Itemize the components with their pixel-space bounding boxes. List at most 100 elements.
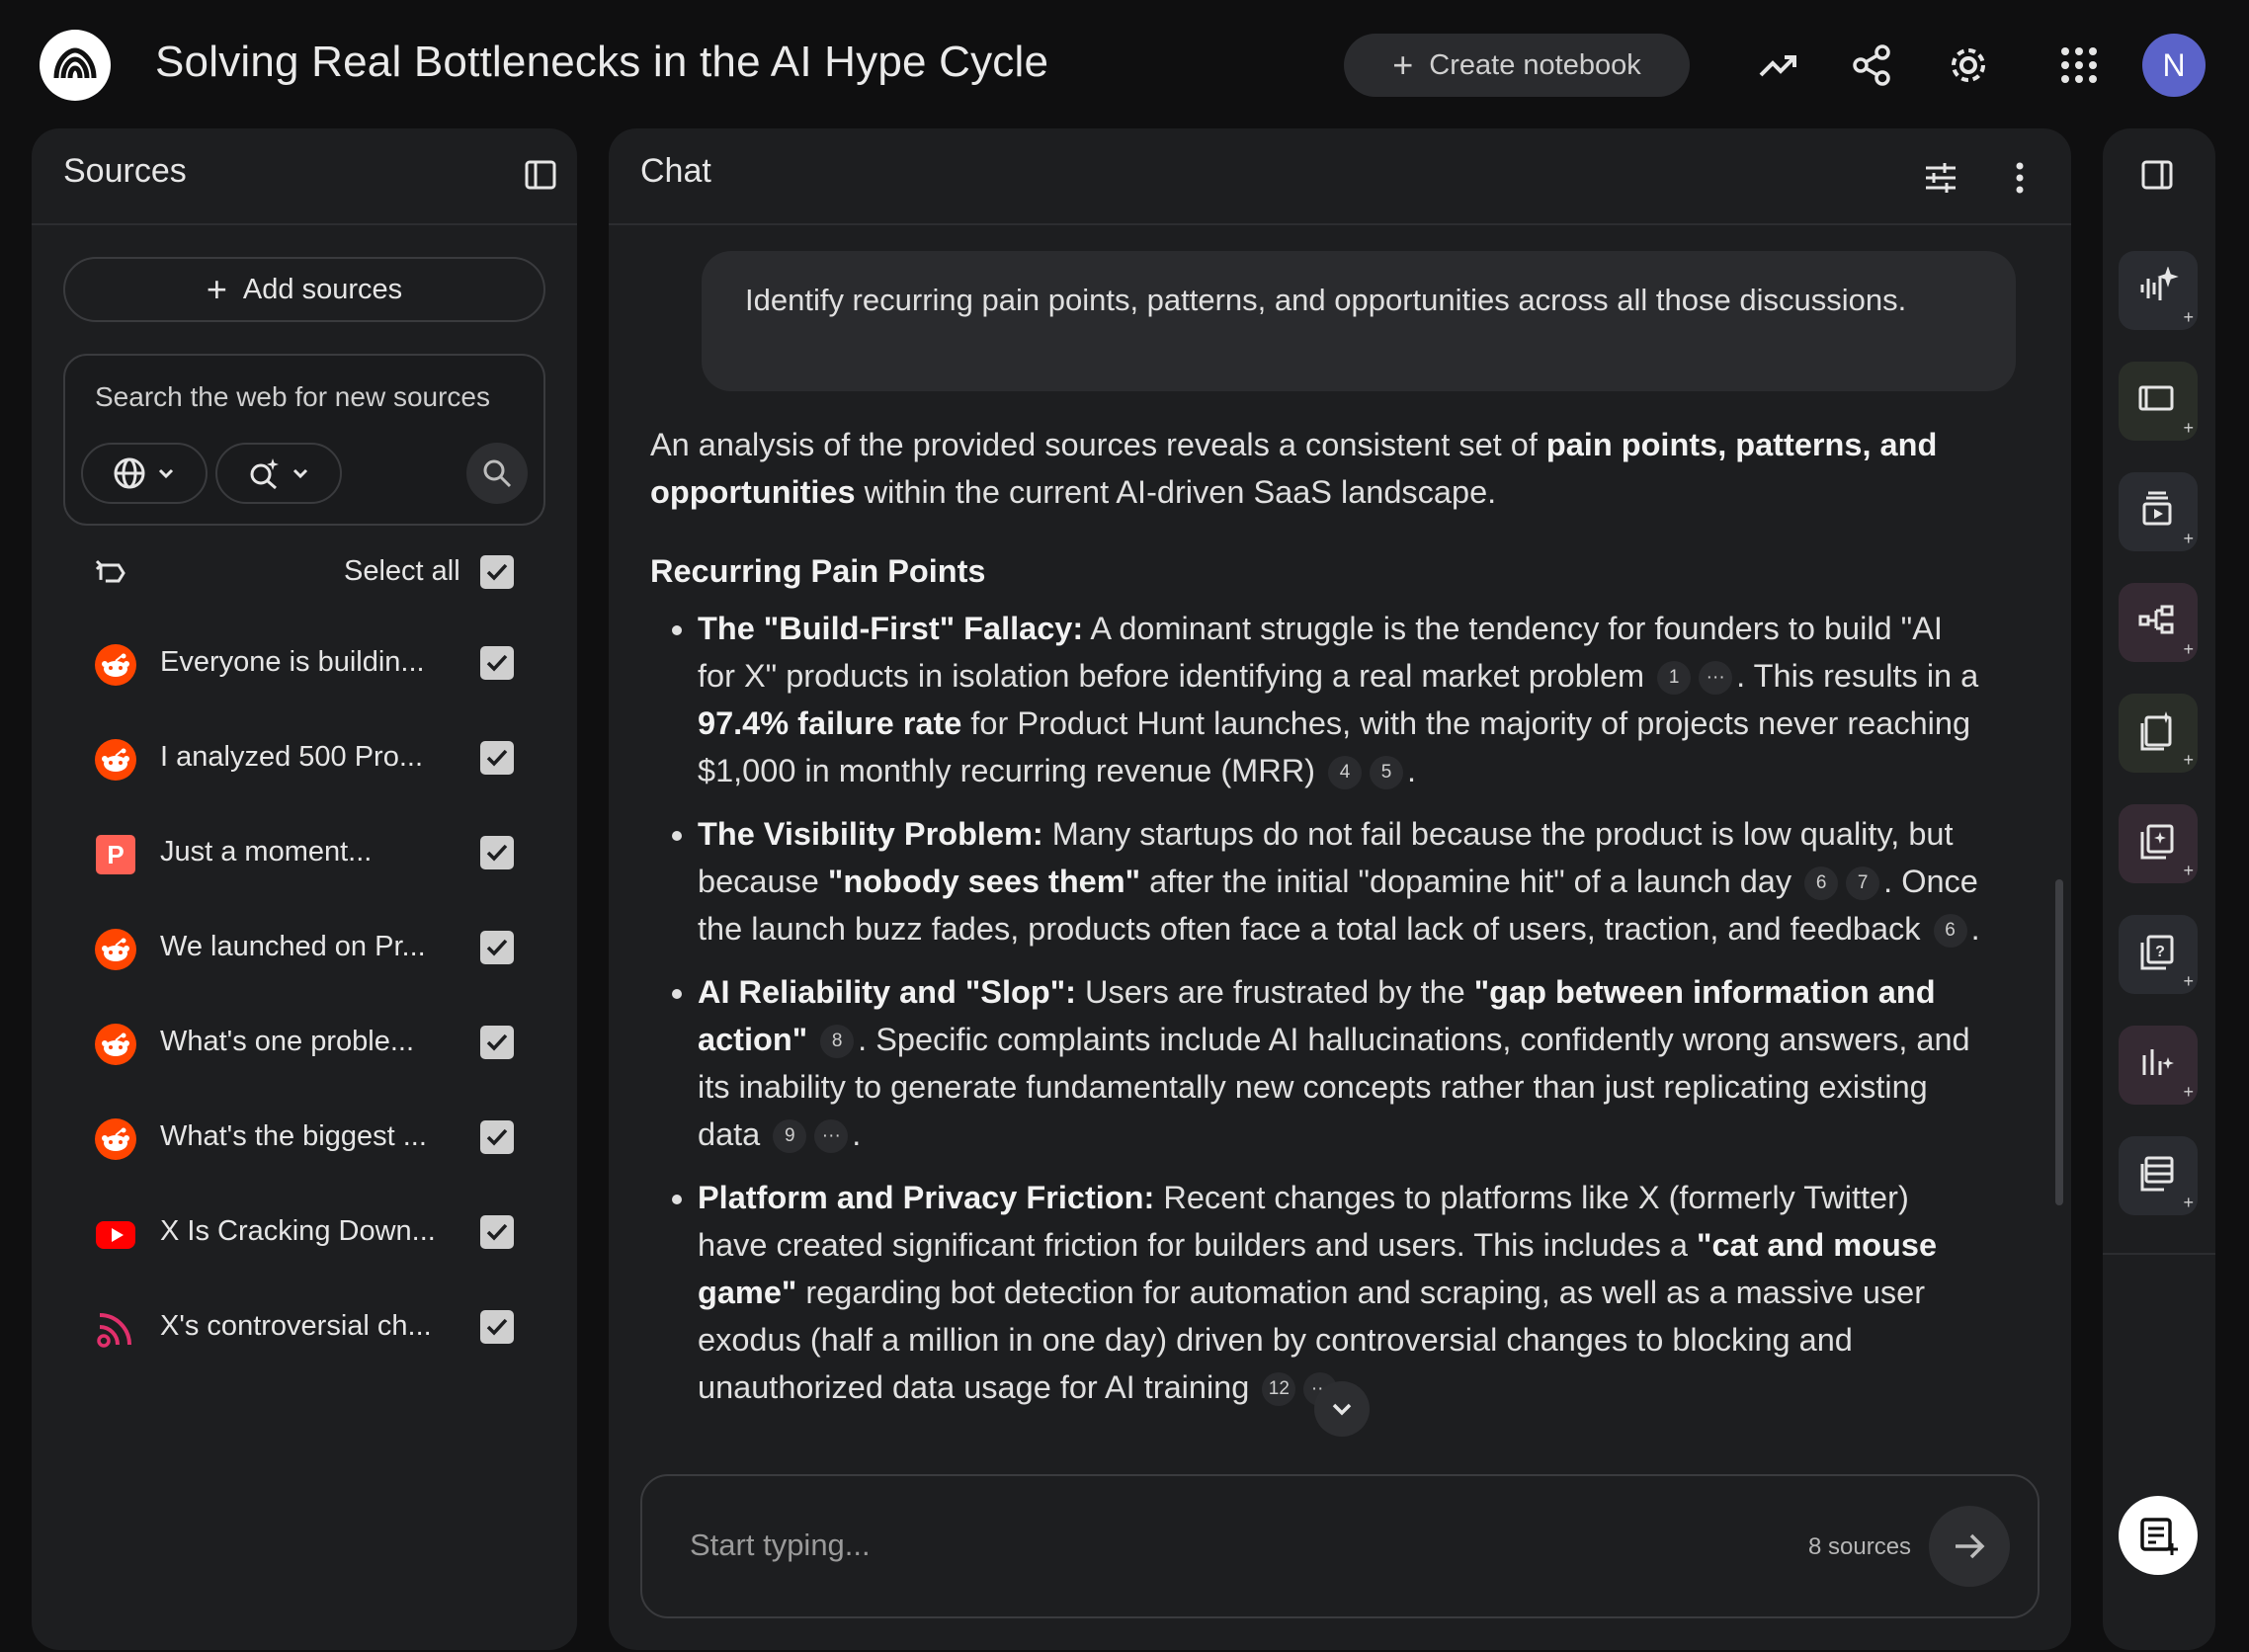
plus-icon: + xyxy=(2183,529,2194,548)
source-item-checkbox[interactable] xyxy=(480,1310,514,1344)
chevron-down-icon xyxy=(1332,1403,1352,1416)
add-sources-label: Add sources xyxy=(242,273,403,305)
youtube-icon xyxy=(95,1213,136,1255)
studio-tool-button[interactable]: + xyxy=(2119,251,2198,330)
studio-tool-button[interactable]: + xyxy=(2119,1026,2198,1105)
chevron-down-icon xyxy=(158,468,174,479)
source-item[interactable]: We launched on Pr... xyxy=(32,909,577,988)
check-icon xyxy=(486,939,508,956)
studio-tool-button[interactable]: + xyxy=(2119,472,2198,551)
collapse-panel-icon[interactable] xyxy=(524,158,559,194)
check-icon xyxy=(486,563,508,581)
studio-panel: + + + + + + ? + + + xyxy=(2103,128,2215,1650)
web-source-dropdown[interactable] xyxy=(81,443,208,504)
citation-chip[interactable]: 9 xyxy=(773,1119,807,1154)
chat-input[interactable]: Start typing... xyxy=(690,1528,871,1563)
studio-tool-button[interactable]: + xyxy=(2119,583,2198,662)
citation-chip[interactable]: 5 xyxy=(1370,756,1404,790)
source-item[interactable]: What's one proble... xyxy=(32,1004,577,1083)
settings-icon[interactable] xyxy=(1943,40,1994,91)
studio-tool-button[interactable]: ? + xyxy=(2119,915,2198,994)
list-item: AI Reliability and "Slop": Users are fru… xyxy=(698,968,1984,1158)
search-submit-button[interactable] xyxy=(466,443,528,504)
citation-chip[interactable]: 8 xyxy=(820,1025,855,1059)
source-item-label: What's one proble... xyxy=(160,1026,415,1057)
plus-icon: + xyxy=(2183,861,2194,880)
studio-header xyxy=(2103,128,2215,223)
list-item: The Visibility Problem: Many startups do… xyxy=(698,810,1984,952)
avatar[interactable]: N xyxy=(2142,34,2206,97)
check-icon xyxy=(486,654,508,672)
chat-scrollbar[interactable] xyxy=(2055,879,2063,1205)
studio-tool-button[interactable]: + xyxy=(2119,362,2198,441)
source-item-checkbox[interactable] xyxy=(480,646,514,680)
reddit-icon xyxy=(95,1118,136,1160)
plus-icon: + xyxy=(206,269,227,309)
create-notebook-button[interactable]: + Create notebook xyxy=(1344,34,1690,97)
quiz-icon: ? xyxy=(2136,931,2180,979)
studio-divider xyxy=(2103,1253,2215,1255)
citation-chip[interactable]: 7 xyxy=(1846,867,1880,901)
reddit-icon xyxy=(95,644,136,686)
citation-chip[interactable]: ··· xyxy=(1699,661,1733,696)
plus-icon: + xyxy=(2183,639,2194,659)
search-input[interactable]: Search the web for new sources xyxy=(95,381,490,413)
select-all-checkbox[interactable] xyxy=(480,555,514,589)
analytics-icon[interactable] xyxy=(1753,40,1804,91)
refresh-sources-icon[interactable] xyxy=(93,555,130,593)
svg-text:P: P xyxy=(107,840,124,869)
check-icon xyxy=(486,1128,508,1146)
more-options-icon[interactable] xyxy=(1996,154,2043,202)
citation-chip[interactable]: 6 xyxy=(1933,914,1967,949)
add-sources-button[interactable]: + Add sources xyxy=(63,257,545,322)
fast-research-icon xyxy=(250,458,279,490)
source-item[interactable]: X's controversial ch... xyxy=(32,1288,577,1367)
rss-feed-icon xyxy=(95,1308,136,1350)
source-item-checkbox[interactable] xyxy=(480,931,514,964)
create-notebook-label: Create notebook xyxy=(1429,48,1641,81)
check-icon xyxy=(486,749,508,767)
chevron-down-icon xyxy=(292,468,308,479)
web-search-box: Search the web for new sources xyxy=(63,354,545,526)
chat-header: Chat xyxy=(609,128,2071,225)
scroll-to-bottom-button[interactable] xyxy=(1314,1381,1370,1437)
expand-studio-icon[interactable] xyxy=(2140,158,2176,194)
check-icon xyxy=(486,1318,508,1336)
source-item[interactable]: Everyone is buildin... xyxy=(32,624,577,703)
research-mode-dropdown[interactable] xyxy=(215,443,342,504)
globe-icon xyxy=(114,457,145,489)
citation-chip[interactable]: 12 xyxy=(1262,1372,1296,1407)
add-note-button[interactable] xyxy=(2119,1496,2198,1575)
citation-chip[interactable]: 6 xyxy=(1804,867,1839,901)
source-item-checkbox[interactable] xyxy=(480,1215,514,1249)
studio-tool-button[interactable]: + xyxy=(2119,694,2198,773)
citation-chip[interactable]: 4 xyxy=(1328,756,1363,790)
source-item[interactable]: P Just a moment... xyxy=(32,814,577,893)
plus-icon: + xyxy=(2183,307,2194,327)
source-item-checkbox[interactable] xyxy=(480,1026,514,1059)
sources-panel: Sources + Add sources Search the web for… xyxy=(32,128,577,1650)
apps-grid-icon[interactable] xyxy=(2053,40,2105,91)
assistant-answer: An analysis of the provided sources reve… xyxy=(650,421,1984,1427)
citation-chip[interactable]: ··· xyxy=(814,1119,849,1154)
slides-icon xyxy=(2136,488,2180,537)
citation-chip[interactable]: 1 xyxy=(1657,661,1692,696)
studio-tool-button[interactable]: + xyxy=(2119,804,2198,883)
source-item-checkbox[interactable] xyxy=(480,1120,514,1154)
source-item[interactable]: X Is Cracking Down... xyxy=(32,1194,577,1273)
configure-chat-icon[interactable] xyxy=(1917,154,1964,202)
source-item-checkbox[interactable] xyxy=(480,741,514,775)
source-item-checkbox[interactable] xyxy=(480,836,514,869)
list-item: Platform and Privacy Friction: Recent ch… xyxy=(698,1174,1984,1411)
notebook-title[interactable]: Solving Real Bottlenecks in the AI Hype … xyxy=(155,38,1048,87)
source-item[interactable]: I analyzed 500 Pro... xyxy=(32,719,577,798)
send-button[interactable] xyxy=(1929,1506,2010,1587)
source-item[interactable]: What's the biggest ... xyxy=(32,1099,577,1178)
studio-tool-button[interactable]: + xyxy=(2119,1136,2198,1215)
chat-composer: Start typing... 8 sources xyxy=(640,1474,2040,1618)
chat-title: Chat xyxy=(640,152,711,190)
select-all-row: Select all xyxy=(32,537,577,609)
notebooklm-logo-icon[interactable] xyxy=(40,30,111,101)
search-icon xyxy=(483,459,512,488)
share-icon[interactable] xyxy=(1846,40,1897,91)
